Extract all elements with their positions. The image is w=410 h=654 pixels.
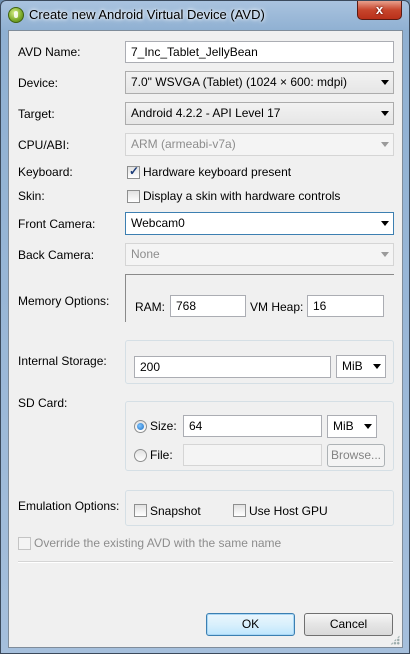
sd-file-radio[interactable] [134, 449, 147, 462]
back-camera-label: Back Camera: [18, 248, 95, 262]
resize-grip-icon[interactable] [390, 635, 400, 645]
keyboard-option-label[interactable]: Hardware keyboard present [143, 165, 291, 179]
internal-storage-unit-value: MiB [342, 359, 363, 373]
emulation-options-label: Emulation Options: [18, 499, 120, 513]
keyboard-label: Keyboard: [18, 165, 73, 179]
front-camera-select-value: Webcam0 [131, 216, 185, 230]
front-camera-select[interactable]: Webcam0 [125, 212, 394, 235]
separator [18, 561, 393, 563]
sd-card-label: SD Card: [18, 396, 68, 410]
internal-storage-input[interactable]: 200 [134, 356, 331, 378]
internal-storage-label: Internal Storage: [18, 354, 107, 368]
ram-input[interactable]: 768 [170, 295, 246, 317]
chevron-down-icon [373, 364, 381, 369]
avd-name-label: AVD Name: [18, 45, 81, 59]
skin-checkbox[interactable] [127, 190, 140, 203]
window-title: Create new Android Virtual Device (AVD) [29, 7, 265, 22]
sd-file-input [183, 444, 322, 466]
host-gpu-label[interactable]: Use Host GPU [249, 504, 328, 518]
snapshot-label[interactable]: Snapshot [150, 504, 201, 518]
front-camera-label: Front Camera: [18, 217, 96, 231]
ok-button[interactable]: OK [206, 613, 295, 636]
avd-name-input[interactable]: 7_Inc_Tablet_JellyBean [125, 41, 394, 63]
cpu-abi-label: CPU/ABI: [18, 138, 70, 152]
sd-file-label[interactable]: File: [150, 448, 173, 462]
sd-size-unit-select[interactable]: MiB [327, 415, 377, 438]
device-select-value: 7.0" WSVGA (Tablet) (1024 × 600: mdpi) [131, 75, 348, 89]
back-camera-select-value: None [131, 247, 160, 261]
chevron-down-icon [381, 111, 389, 116]
cpu-abi-select: ARM (armeabi-v7a) [125, 133, 394, 156]
target-label: Target: [18, 107, 55, 121]
cancel-button[interactable]: Cancel [304, 613, 393, 636]
snapshot-checkbox[interactable] [134, 504, 147, 517]
override-checkbox [18, 537, 31, 550]
chevron-down-icon [381, 252, 389, 257]
browse-button: Browse... [327, 444, 385, 467]
sd-size-radio[interactable] [134, 420, 147, 433]
cpu-abi-select-value: ARM (armeabi-v7a) [131, 137, 236, 151]
dialog-window: Create new Android Virtual Device (AVD) … [0, 0, 410, 654]
keyboard-checkbox[interactable] [127, 164, 140, 179]
sd-size-label[interactable]: Size: [150, 419, 177, 433]
sd-size-input[interactable]: 64 [183, 415, 322, 437]
device-label: Device: [18, 76, 59, 90]
ram-label: RAM: [135, 300, 165, 314]
host-gpu-checkbox[interactable] [233, 504, 246, 517]
back-camera-select: None [125, 243, 394, 266]
memory-options-label: Memory Options: [18, 294, 110, 308]
device-select[interactable]: 7.0" WSVGA (Tablet) (1024 × 600: mdpi) [125, 71, 394, 94]
override-label: Override the existing AVD with the same … [34, 536, 282, 550]
sd-size-unit-value: MiB [333, 419, 354, 433]
dialog-body: AVD Name: 7_Inc_Tablet_JellyBean Device:… [8, 30, 403, 648]
target-select-value: Android 4.2.2 - API Level 17 [131, 106, 281, 120]
chevron-down-icon [381, 142, 389, 147]
target-select[interactable]: Android 4.2.2 - API Level 17 [125, 102, 394, 125]
vm-heap-input[interactable]: 16 [307, 295, 384, 317]
close-button[interactable]: x [357, 1, 402, 20]
internal-storage-unit-select[interactable]: MiB [336, 355, 386, 378]
chevron-down-icon [364, 424, 372, 429]
skin-label: Skin: [18, 189, 45, 203]
chevron-down-icon [381, 221, 389, 226]
skin-option-label[interactable]: Display a skin with hardware controls [143, 189, 340, 203]
android-app-icon [8, 7, 24, 23]
vm-heap-label: VM Heap: [250, 300, 304, 314]
chevron-down-icon [381, 80, 389, 85]
title-bar[interactable]: Create new Android Virtual Device (AVD) … [1, 1, 409, 29]
